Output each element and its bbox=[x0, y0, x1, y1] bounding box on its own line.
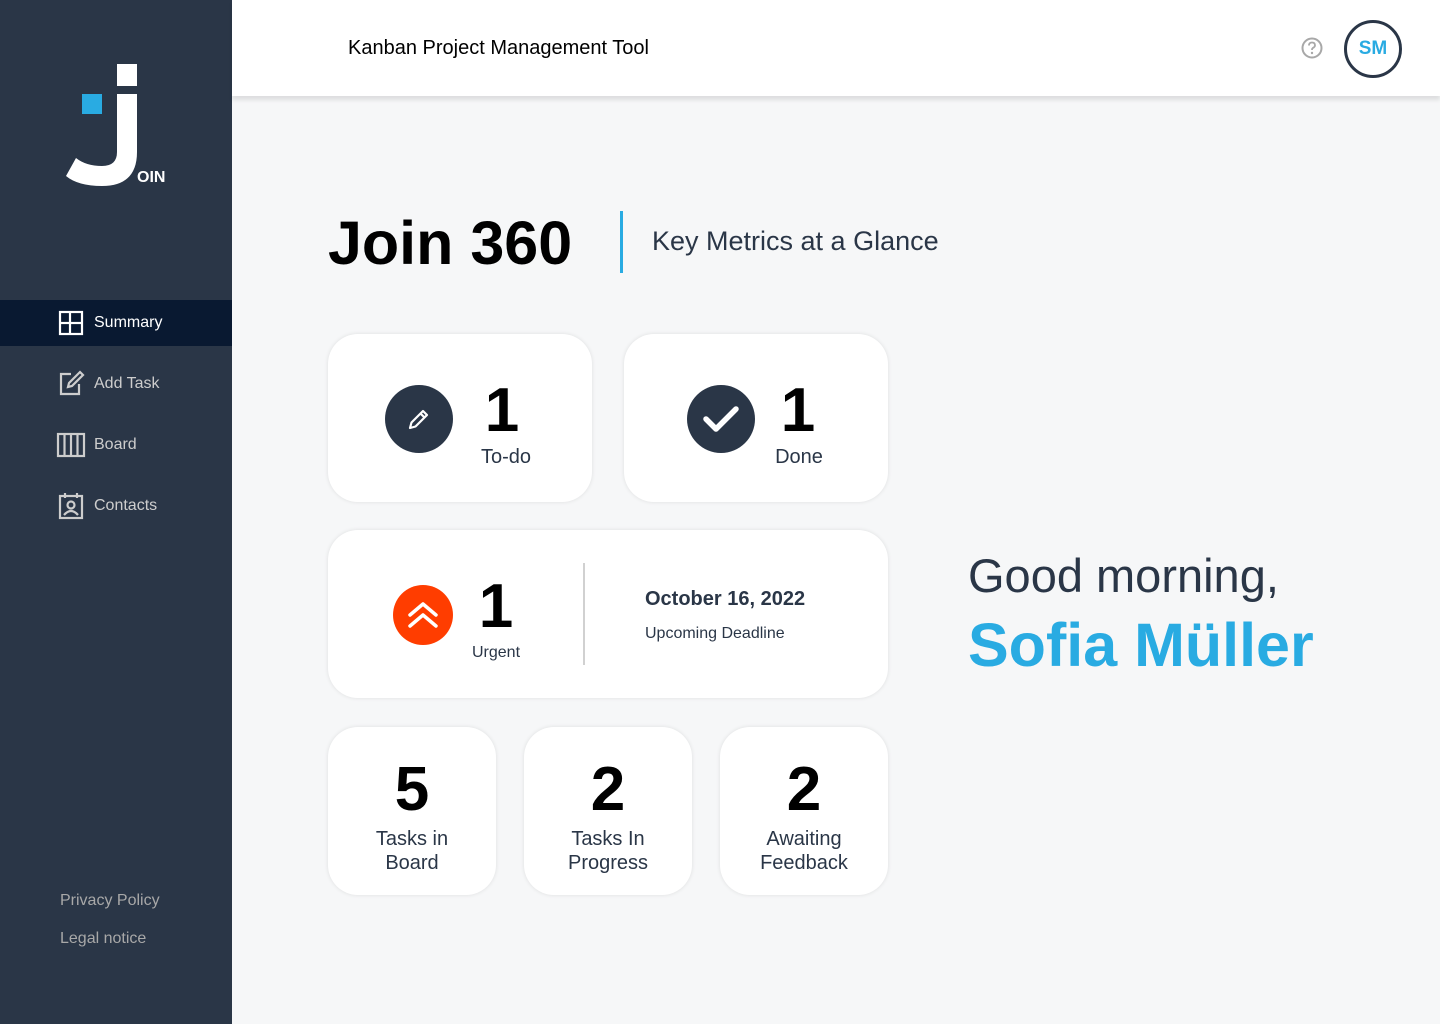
sidebar-item-label: Board bbox=[94, 436, 137, 453]
sidebar: OIN Summary Add Task Board Contacts Priv… bbox=[0, 0, 232, 1024]
sidebar-item-contacts[interactable]: Contacts bbox=[0, 483, 232, 529]
privacy-policy-link[interactable]: Privacy Policy bbox=[60, 892, 160, 910]
help-icon[interactable] bbox=[1301, 37, 1323, 59]
todo-label: To-do bbox=[480, 446, 532, 468]
page-title: Join 360 bbox=[328, 209, 573, 277]
urgent-count: 1 bbox=[478, 572, 514, 641]
urgent-label: Urgent bbox=[471, 644, 521, 661]
logo-text: OIN bbox=[137, 169, 165, 186]
done-count: 1 bbox=[780, 376, 816, 445]
pencil-icon bbox=[385, 385, 453, 453]
label-line: Awaiting bbox=[766, 828, 842, 850]
tasks-in-progress-card[interactable]: 2 Tasks In Progress bbox=[524, 727, 692, 895]
title-divider bbox=[620, 211, 623, 273]
label-line: Feedback bbox=[760, 852, 848, 874]
double-chevron-up-icon bbox=[393, 585, 453, 645]
summary-icon bbox=[56, 308, 86, 338]
todo-count: 1 bbox=[484, 376, 520, 445]
board-icon bbox=[56, 430, 86, 460]
label-line: Progress bbox=[567, 852, 649, 874]
todo-card[interactable]: 1 To-do bbox=[328, 334, 592, 502]
greeting-user-name: Sofia Müller bbox=[968, 611, 1314, 679]
label-line: Board bbox=[385, 852, 439, 874]
awaiting-feedback-card[interactable]: 2 Awaiting Feedback bbox=[720, 727, 888, 895]
greeting-text: Good morning, bbox=[968, 549, 1279, 602]
page-subtitle: Key Metrics at a Glance bbox=[652, 226, 939, 256]
awaiting-feedback-label: Awaiting Feedback bbox=[720, 827, 888, 875]
urgent-card[interactable]: 1 Urgent October 16, 2022 Upcoming Deadl… bbox=[328, 530, 888, 698]
tasks-in-progress-label: Tasks In Progress bbox=[524, 827, 692, 875]
join-logo[interactable]: OIN bbox=[64, 64, 174, 188]
tasks-in-progress-count: 2 bbox=[590, 755, 626, 824]
sidebar-nav: Summary Add Task Board Contacts bbox=[0, 300, 232, 544]
add-task-icon bbox=[56, 369, 86, 399]
sidebar-item-label: Contacts bbox=[94, 497, 158, 514]
tasks-in-board-label: Tasks in Board bbox=[328, 827, 496, 875]
user-avatar[interactable]: SM bbox=[1344, 20, 1402, 78]
sidebar-item-summary[interactable]: Summary bbox=[0, 300, 232, 346]
contacts-icon bbox=[56, 491, 86, 521]
done-label: Done bbox=[775, 446, 823, 468]
tasks-in-board-count: 5 bbox=[394, 755, 430, 824]
sidebar-item-label: Add Task bbox=[94, 375, 160, 392]
deadline-label: Upcoming Deadline bbox=[645, 625, 785, 642]
legal-notice-link[interactable]: Legal notice bbox=[60, 930, 160, 948]
header-title: Kanban Project Management Tool bbox=[348, 37, 649, 59]
sidebar-item-board[interactable]: Board bbox=[0, 422, 232, 468]
deadline-date: October 16, 2022 bbox=[645, 588, 806, 610]
done-card[interactable]: 1 Done bbox=[624, 334, 888, 502]
sidebar-item-label: Summary bbox=[94, 314, 163, 331]
awaiting-feedback-count: 2 bbox=[786, 755, 822, 824]
card-divider bbox=[583, 563, 585, 665]
legal-links: Privacy Policy Legal notice bbox=[60, 892, 160, 968]
label-line: Tasks In bbox=[571, 828, 645, 850]
sidebar-item-add-task[interactable]: Add Task bbox=[0, 361, 232, 407]
tasks-in-board-card[interactable]: 5 Tasks in Board bbox=[328, 727, 496, 895]
check-icon bbox=[687, 385, 755, 453]
top-header: Kanban Project Management Tool SM bbox=[232, 0, 1440, 96]
label-line: Tasks in bbox=[375, 828, 449, 850]
